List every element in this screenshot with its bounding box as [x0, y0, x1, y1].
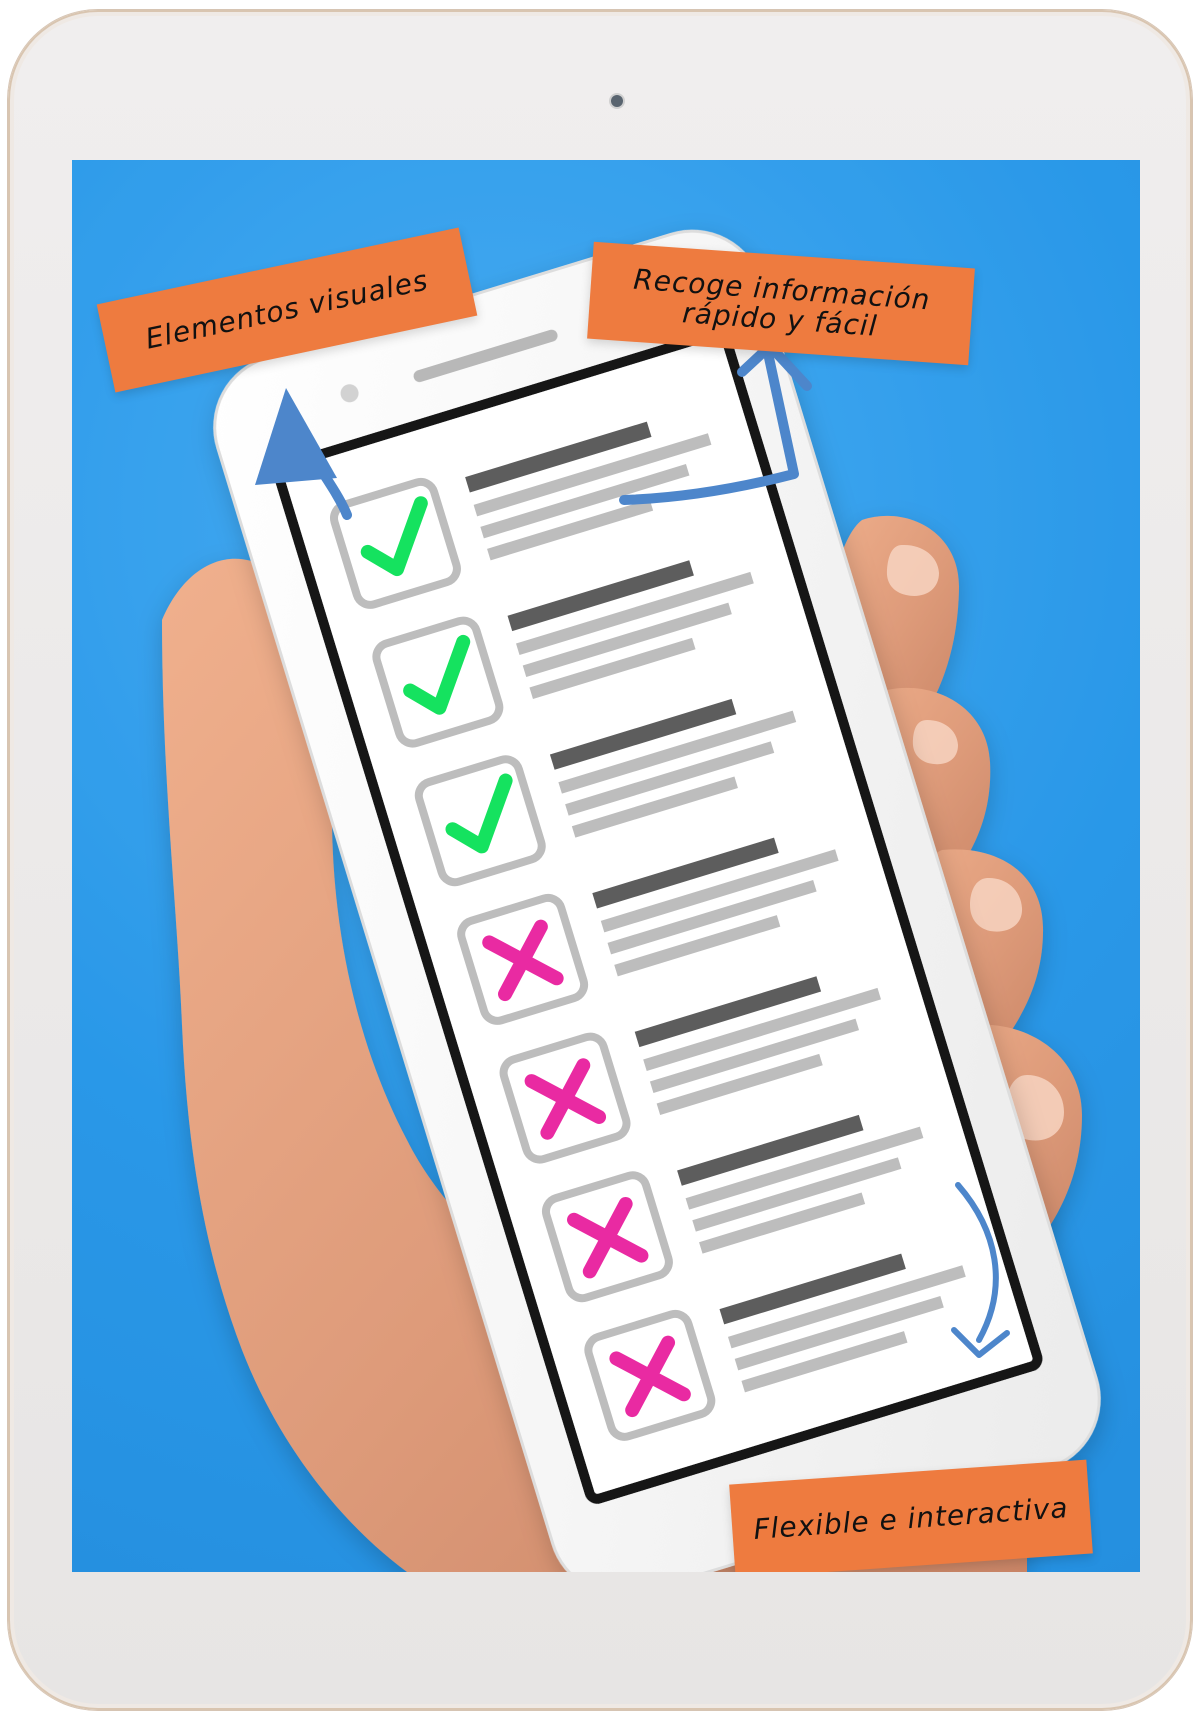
camera-icon	[611, 95, 623, 107]
illustration-scene	[72, 160, 1140, 1572]
page: Elementos visuales Recoge información rá…	[0, 0, 1200, 1717]
tablet-screen: Elementos visuales Recoge información rá…	[72, 160, 1140, 1572]
